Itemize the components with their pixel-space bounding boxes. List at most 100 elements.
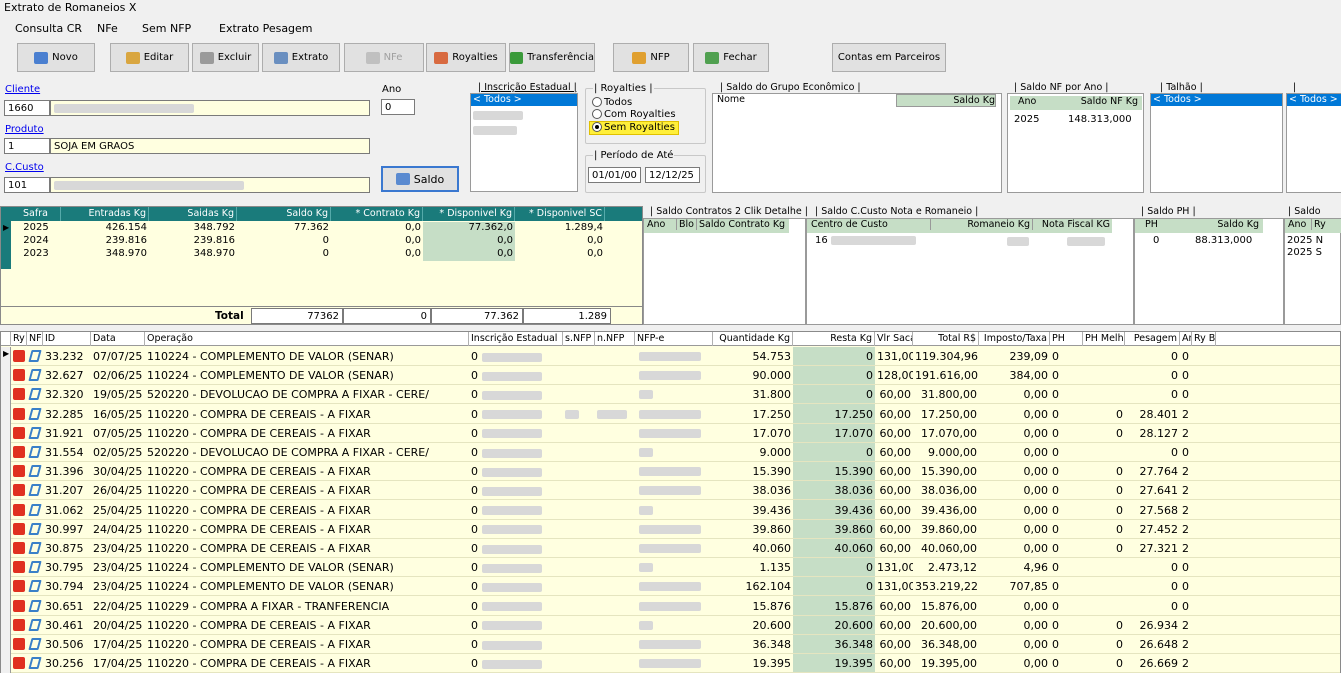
col-header[interactable]: Ry Ba — [1192, 332, 1216, 346]
saldo-roy-grid[interactable]: Ano Ry 2025 N 2025 S — [1284, 218, 1341, 325]
royalty-icon[interactable] — [13, 522, 25, 535]
ccusto-name-input[interactable] — [50, 177, 370, 193]
royalty-icon[interactable] — [13, 369, 25, 382]
col-header[interactable]: NF — [27, 332, 43, 346]
inscricao-list[interactable]: < Todos > — [470, 93, 578, 192]
nfp-button[interactable]: NFP — [613, 43, 689, 72]
royalty-icon[interactable] — [13, 503, 25, 516]
col-header[interactable]: Resta Kg — [793, 332, 875, 346]
produto-code-input[interactable]: 1 — [4, 138, 50, 154]
royalty-icon[interactable] — [13, 580, 25, 593]
col-header[interactable]: s.NFP — [563, 332, 595, 346]
grupo-grid[interactable]: Nome Saldo Kg — [712, 93, 1002, 193]
col-header[interactable]: Operação — [145, 332, 469, 346]
table-cell: 31.554 — [45, 446, 84, 459]
col-header[interactable]: Data — [91, 332, 145, 346]
royalty-icon[interactable] — [13, 599, 25, 612]
table-cell: 36.348 — [793, 638, 875, 653]
royalty-icon[interactable] — [13, 465, 25, 478]
royalty-icon[interactable] — [13, 350, 25, 362]
periodo-from-input[interactable]: 01/01/00 — [588, 167, 641, 183]
table-cell: 239,09 — [1009, 350, 1049, 363]
royalty-icon[interactable] — [13, 638, 25, 650]
menu-extrato-pesagem[interactable]: Extrato Pesagem — [219, 22, 313, 35]
col-header[interactable]: Imposto/Taxa — [979, 332, 1050, 346]
col-header[interactable]: NFP-e — [635, 332, 713, 346]
menu-sem-nfp[interactable]: Sem NFP — [142, 22, 191, 35]
col-header[interactable]: Total R$ — [913, 332, 979, 346]
radio-todos[interactable]: Todos — [592, 97, 679, 109]
safra-col-header: Safra — [11, 207, 61, 221]
ccusto-nota-grid[interactable]: Centro de Custo Romaneio Kg Nota Fiscal … — [806, 218, 1134, 325]
royalties-button[interactable]: Royalties — [426, 43, 506, 72]
talhao-label: | Talhão | — [1160, 82, 1203, 93]
cliente-code-input[interactable]: 1660 — [4, 100, 50, 116]
col-header[interactable]: PH — [1050, 332, 1083, 346]
romaneios-grid[interactable]: Ry NF ID Data Operação Inscrição Estadual s.NF… — [0, 331, 1341, 673]
redacted-cell — [1067, 237, 1105, 246]
royalty-icon[interactable] — [13, 446, 25, 458]
produto-link[interactable]: Produto — [5, 124, 44, 135]
col-header[interactable]: Pesagem — [1125, 332, 1180, 346]
royalty-icon[interactable] — [13, 407, 25, 420]
cliente-link[interactable]: Cliente — [5, 84, 40, 95]
royalty-icon[interactable] — [13, 484, 25, 497]
table-cell: 32.285 — [45, 407, 84, 421]
royalty-icon[interactable] — [13, 426, 25, 439]
saldo-button[interactable]: Saldo — [381, 166, 459, 192]
inscricao-item-todos[interactable]: < Todos > — [471, 94, 577, 106]
nf-ano-grid[interactable]: Ano Saldo NF Kg 2025 148.313,000 — [1007, 93, 1144, 193]
table-cell: 0 — [1171, 350, 1178, 363]
novo-button[interactable]: Novo — [17, 43, 95, 72]
safra-cell: 2023 — [23, 248, 49, 259]
excluir-label: Excluir — [217, 52, 252, 63]
radio-sem-royalties[interactable]: Sem Royalties — [589, 121, 679, 135]
excluir-button[interactable]: Excluir — [192, 43, 259, 72]
redacted-cell — [482, 621, 542, 631]
col-header[interactable]: n.NFP — [595, 332, 635, 346]
saldo-ph-grid[interactable]: PH Saldo Kg 0 88.313,000 — [1134, 218, 1284, 325]
table-cell: 1.135 — [759, 561, 792, 575]
extrato-button[interactable]: Extrato — [262, 43, 340, 72]
table-cell: 2 — [1182, 465, 1189, 479]
royalty-icon[interactable] — [13, 542, 25, 554]
ccusto-link[interactable]: C.Custo — [5, 162, 44, 173]
talhao-list[interactable]: < Todos > — [1150, 93, 1283, 193]
talhao-item-todos[interactable]: < Todos > — [1151, 94, 1282, 106]
periodo-to-input[interactable]: 12/12/25 — [645, 167, 700, 183]
col-header[interactable]: Arm — [1180, 332, 1192, 346]
royalty-icon[interactable] — [13, 561, 25, 574]
semente-list[interactable]: < Todos > — [1286, 93, 1341, 193]
redacted-item — [473, 125, 517, 135]
ano-input[interactable]: 0 — [381, 99, 415, 115]
table-cell: 0 — [1052, 599, 1059, 613]
col-header[interactable]: ID — [43, 332, 91, 346]
royalty-icon[interactable] — [13, 388, 25, 401]
safra-row-indicator: ▶ — [1, 221, 11, 269]
ccusto-code-input[interactable]: 101 — [4, 177, 50, 193]
table-cell: 162.104 — [745, 580, 792, 594]
col-header[interactable]: Quantidade Kg — [713, 332, 793, 346]
col-header[interactable]: Vlr Saca — [875, 332, 913, 346]
nfe-button[interactable]: NFe — [344, 43, 424, 72]
fechar-button[interactable]: Fechar — [693, 43, 769, 72]
produto-name-input[interactable]: SOJA EM GRAOS — [50, 138, 370, 154]
editar-button[interactable]: Editar — [110, 43, 189, 72]
safra-grid[interactable]: Safra Entradas Kg Saidas Kg Saldo Kg * Contr… — [0, 206, 643, 325]
royalty-icon[interactable] — [13, 657, 25, 670]
transferencia-button[interactable]: Transferência — [509, 43, 595, 72]
semente-item-todos[interactable]: < Todos > — [1287, 94, 1341, 106]
radio-com-royalties[interactable]: Com Royalties — [592, 109, 679, 121]
table-cell: 38.036,00 — [921, 484, 977, 498]
contas-parceiros-button[interactable]: Contas em Parceiros — [832, 43, 946, 72]
col-header[interactable]: Inscrição Estadual — [469, 332, 563, 346]
royalty-icon[interactable] — [13, 618, 25, 631]
contratos-grid[interactable]: Ano Blo Saldo Contrato Kg — [643, 218, 806, 325]
col-header[interactable]: Ry — [11, 332, 27, 346]
cliente-name-input[interactable] — [50, 100, 370, 116]
menu-nfe[interactable]: NFe — [97, 22, 118, 35]
table-cell: 17/04/25 — [93, 638, 143, 651]
col-header[interactable]: PH Melhor — [1083, 332, 1125, 346]
menu-consulta-cr[interactable]: Consulta CR — [15, 22, 82, 35]
safra-cell: 0,0 — [405, 248, 421, 259]
